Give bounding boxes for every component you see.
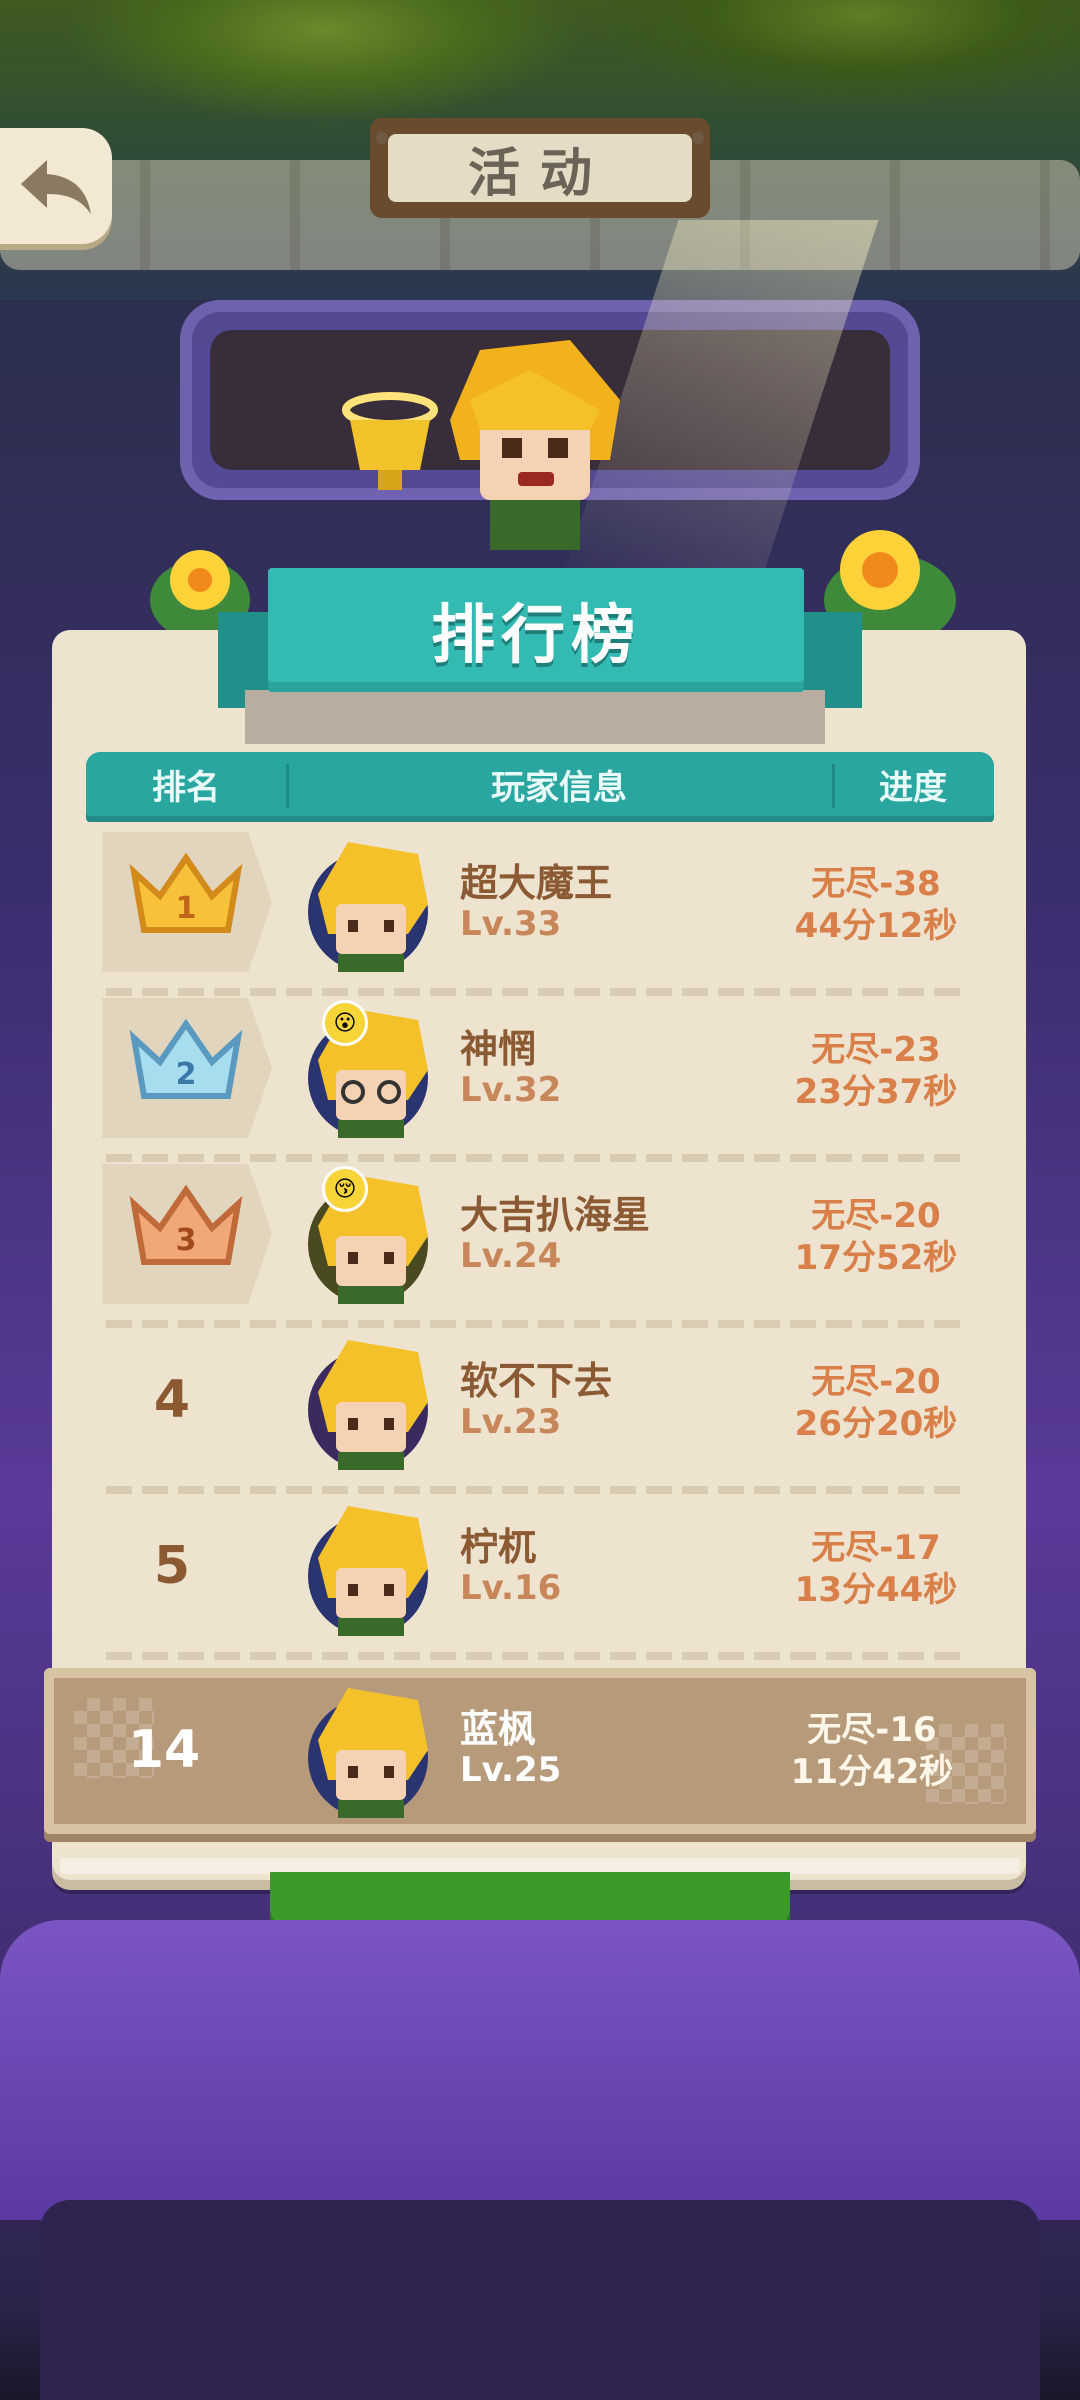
table-header: 排名 玩家信息 进度: [86, 752, 994, 822]
player-name: 柠杌: [460, 1525, 537, 1569]
table-row[interactable]: 1 超大魔王 Lv.33 无尽-38 44分12秒: [86, 822, 994, 996]
my-avatar: [308, 1688, 428, 1818]
back-button[interactable]: [0, 128, 112, 244]
silver-crown-icon: 2: [129, 1018, 243, 1099]
player-level: Lv.16: [460, 1568, 562, 1608]
rank-number: 4: [153, 1370, 191, 1430]
table-row[interactable]: 5 柠杌 Lv.16 无尽-17 13分44秒: [86, 1486, 994, 1660]
nail-decoration: [376, 132, 388, 144]
avatar: [308, 1506, 428, 1636]
progress-time: 17分52秒: [794, 1238, 958, 1278]
avatar: [308, 1340, 428, 1470]
page-title: 活动: [467, 143, 612, 204]
leaderboard-title: 排行榜: [431, 599, 641, 673]
player-name: 软不下去: [460, 1359, 613, 1403]
gold-crown-icon: 1: [129, 852, 243, 933]
my-progress-time: 11分42秒: [790, 1752, 954, 1792]
svg-text:3: 3: [176, 1223, 197, 1258]
column-header-rank: 排名: [152, 767, 220, 808]
column-header-progress: 进度: [879, 767, 947, 808]
my-player-level: Lv.25: [460, 1750, 562, 1790]
column-header-player: 玩家信息: [491, 767, 627, 808]
player-name: 大吉扒海星: [460, 1193, 651, 1237]
row-divider: [106, 1652, 964, 1660]
ribbon-shadow: [245, 690, 825, 744]
back-arrow-icon: [21, 160, 91, 214]
avatar: [308, 842, 428, 972]
leaderboard-title-ribbon: 排行榜: [268, 568, 804, 692]
svg-text:2: 2: [176, 1057, 197, 1092]
table-row[interactable]: 2 😮 神惘 Lv.32 无尽-23 23分37秒: [86, 988, 994, 1162]
surprised-emoji-icon: 😮: [322, 1000, 368, 1046]
machine-base-decoration: [40, 2200, 1040, 2400]
trophy-icon: [342, 392, 438, 490]
bronze-crown-icon: 3: [129, 1184, 243, 1265]
hero-character-icon: [450, 340, 620, 550]
my-player-name: 蓝枫: [460, 1707, 537, 1751]
player-name: 神惘: [460, 1027, 537, 1071]
player-level: Lv.24: [460, 1236, 562, 1276]
my-rank-row[interactable]: 14 蓝枫 Lv.25 无尽-16 11分42秒: [44, 1668, 1036, 1834]
my-rank-number: 14: [127, 1720, 201, 1780]
table-row[interactable]: 3 😚 大吉扒海星 Lv.24 无尽-20 17分52秒: [86, 1154, 994, 1328]
player-level: Lv.23: [460, 1402, 562, 1442]
progress-time: 26分20秒: [794, 1404, 958, 1444]
player-name: 超大魔王: [460, 861, 613, 905]
machine-body-decoration: [0, 1920, 1080, 2220]
table-row[interactable]: 4 软不下去 Lv.23 无尽-20 26分20秒: [86, 1320, 994, 1494]
nail-decoration: [692, 132, 704, 144]
progress-time: 44分12秒: [794, 906, 958, 946]
page-title-plaque: 活动: [370, 118, 710, 218]
rank-number: 5: [153, 1536, 191, 1596]
progress-time: 13分44秒: [794, 1570, 958, 1610]
svg-text:1: 1: [176, 891, 197, 926]
player-level: Lv.32: [460, 1070, 562, 1110]
progress-time: 23分37秒: [794, 1072, 958, 1112]
player-level: Lv.33: [460, 904, 562, 944]
kiss-emoji-icon: 😚: [322, 1166, 368, 1212]
